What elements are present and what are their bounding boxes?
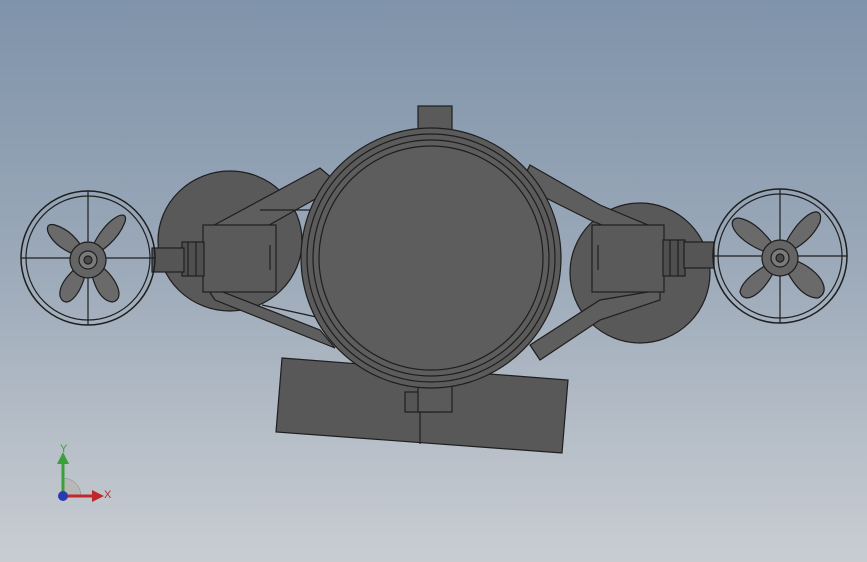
- axis-triad: Y X: [57, 443, 112, 502]
- right-thruster: [712, 188, 848, 324]
- x-axis-label: X: [104, 489, 112, 501]
- cad-viewport[interactable]: Y X: [0, 0, 867, 562]
- z-axis-dot-icon: [58, 491, 68, 501]
- left-thruster: [20, 190, 156, 326]
- rov-model[interactable]: [0, 0, 867, 562]
- y-axis-label: Y: [60, 443, 68, 455]
